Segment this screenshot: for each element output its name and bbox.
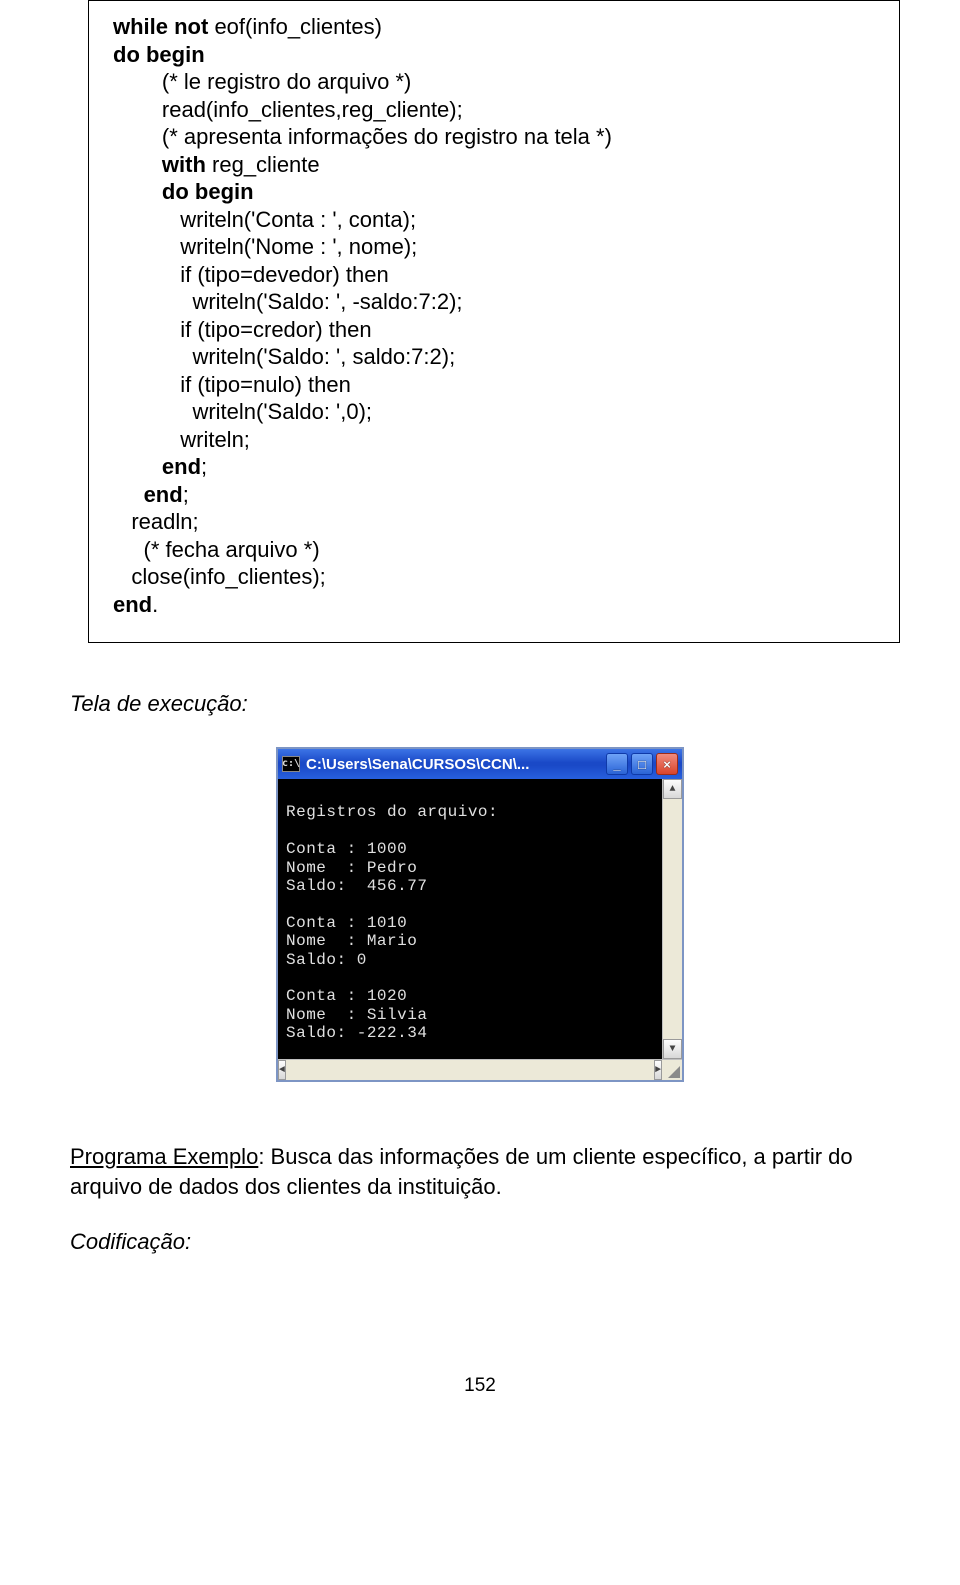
- maximize-button[interactable]: □: [631, 753, 653, 775]
- resize-grip[interactable]: [662, 1060, 682, 1080]
- code-listing-box: while not eof(info_clientes) do begin (*…: [88, 0, 900, 643]
- kw-end-inner: end: [162, 454, 201, 479]
- example-label: Programa Exemplo: [70, 1144, 258, 1169]
- code-listing: while not eof(info_clientes) do begin (*…: [113, 13, 875, 618]
- console-window: c:\ C:\Users\Sena\CURSOS\CCN\... _ □ × R…: [276, 747, 684, 1082]
- scroll-down-button[interactable]: ▼: [663, 1039, 682, 1059]
- kw-do-begin: do begin: [113, 42, 205, 67]
- page-number: 152: [40, 1375, 920, 1397]
- kw-end-outer: end: [144, 482, 183, 507]
- horizontal-scrollbar[interactable]: ◄ ►: [278, 1060, 662, 1080]
- coding-label: Codificação:: [70, 1229, 900, 1255]
- window-title: C:\Users\Sena\CURSOS\CCN\...: [306, 756, 606, 773]
- scroll-up-button[interactable]: ▲: [663, 779, 682, 799]
- kw-with: with: [162, 152, 206, 177]
- minimize-button[interactable]: _: [606, 753, 628, 775]
- kw-do-begin-inner: do begin: [162, 179, 254, 204]
- kw-end-program: end: [113, 592, 152, 617]
- cmd-icon: c:\: [282, 756, 300, 772]
- scroll-track[interactable]: [663, 799, 682, 1039]
- hscroll-track[interactable]: [286, 1060, 654, 1080]
- scroll-right-button[interactable]: ►: [654, 1060, 662, 1080]
- execution-screen-caption: Tela de execução:: [70, 691, 900, 717]
- vertical-scrollbar[interactable]: ▲ ▼: [662, 779, 682, 1059]
- example-paragraph: Programa Exemplo: Busca das informações …: [70, 1142, 900, 1201]
- titlebar[interactable]: c:\ C:\Users\Sena\CURSOS\CCN\... _ □ ×: [278, 749, 682, 779]
- close-button[interactable]: ×: [656, 753, 678, 775]
- kw-while-not: while not: [113, 14, 208, 39]
- scroll-left-button[interactable]: ◄: [278, 1060, 286, 1080]
- terminal-output: Registros do arquivo: Conta : 1000 Nome …: [278, 779, 662, 1059]
